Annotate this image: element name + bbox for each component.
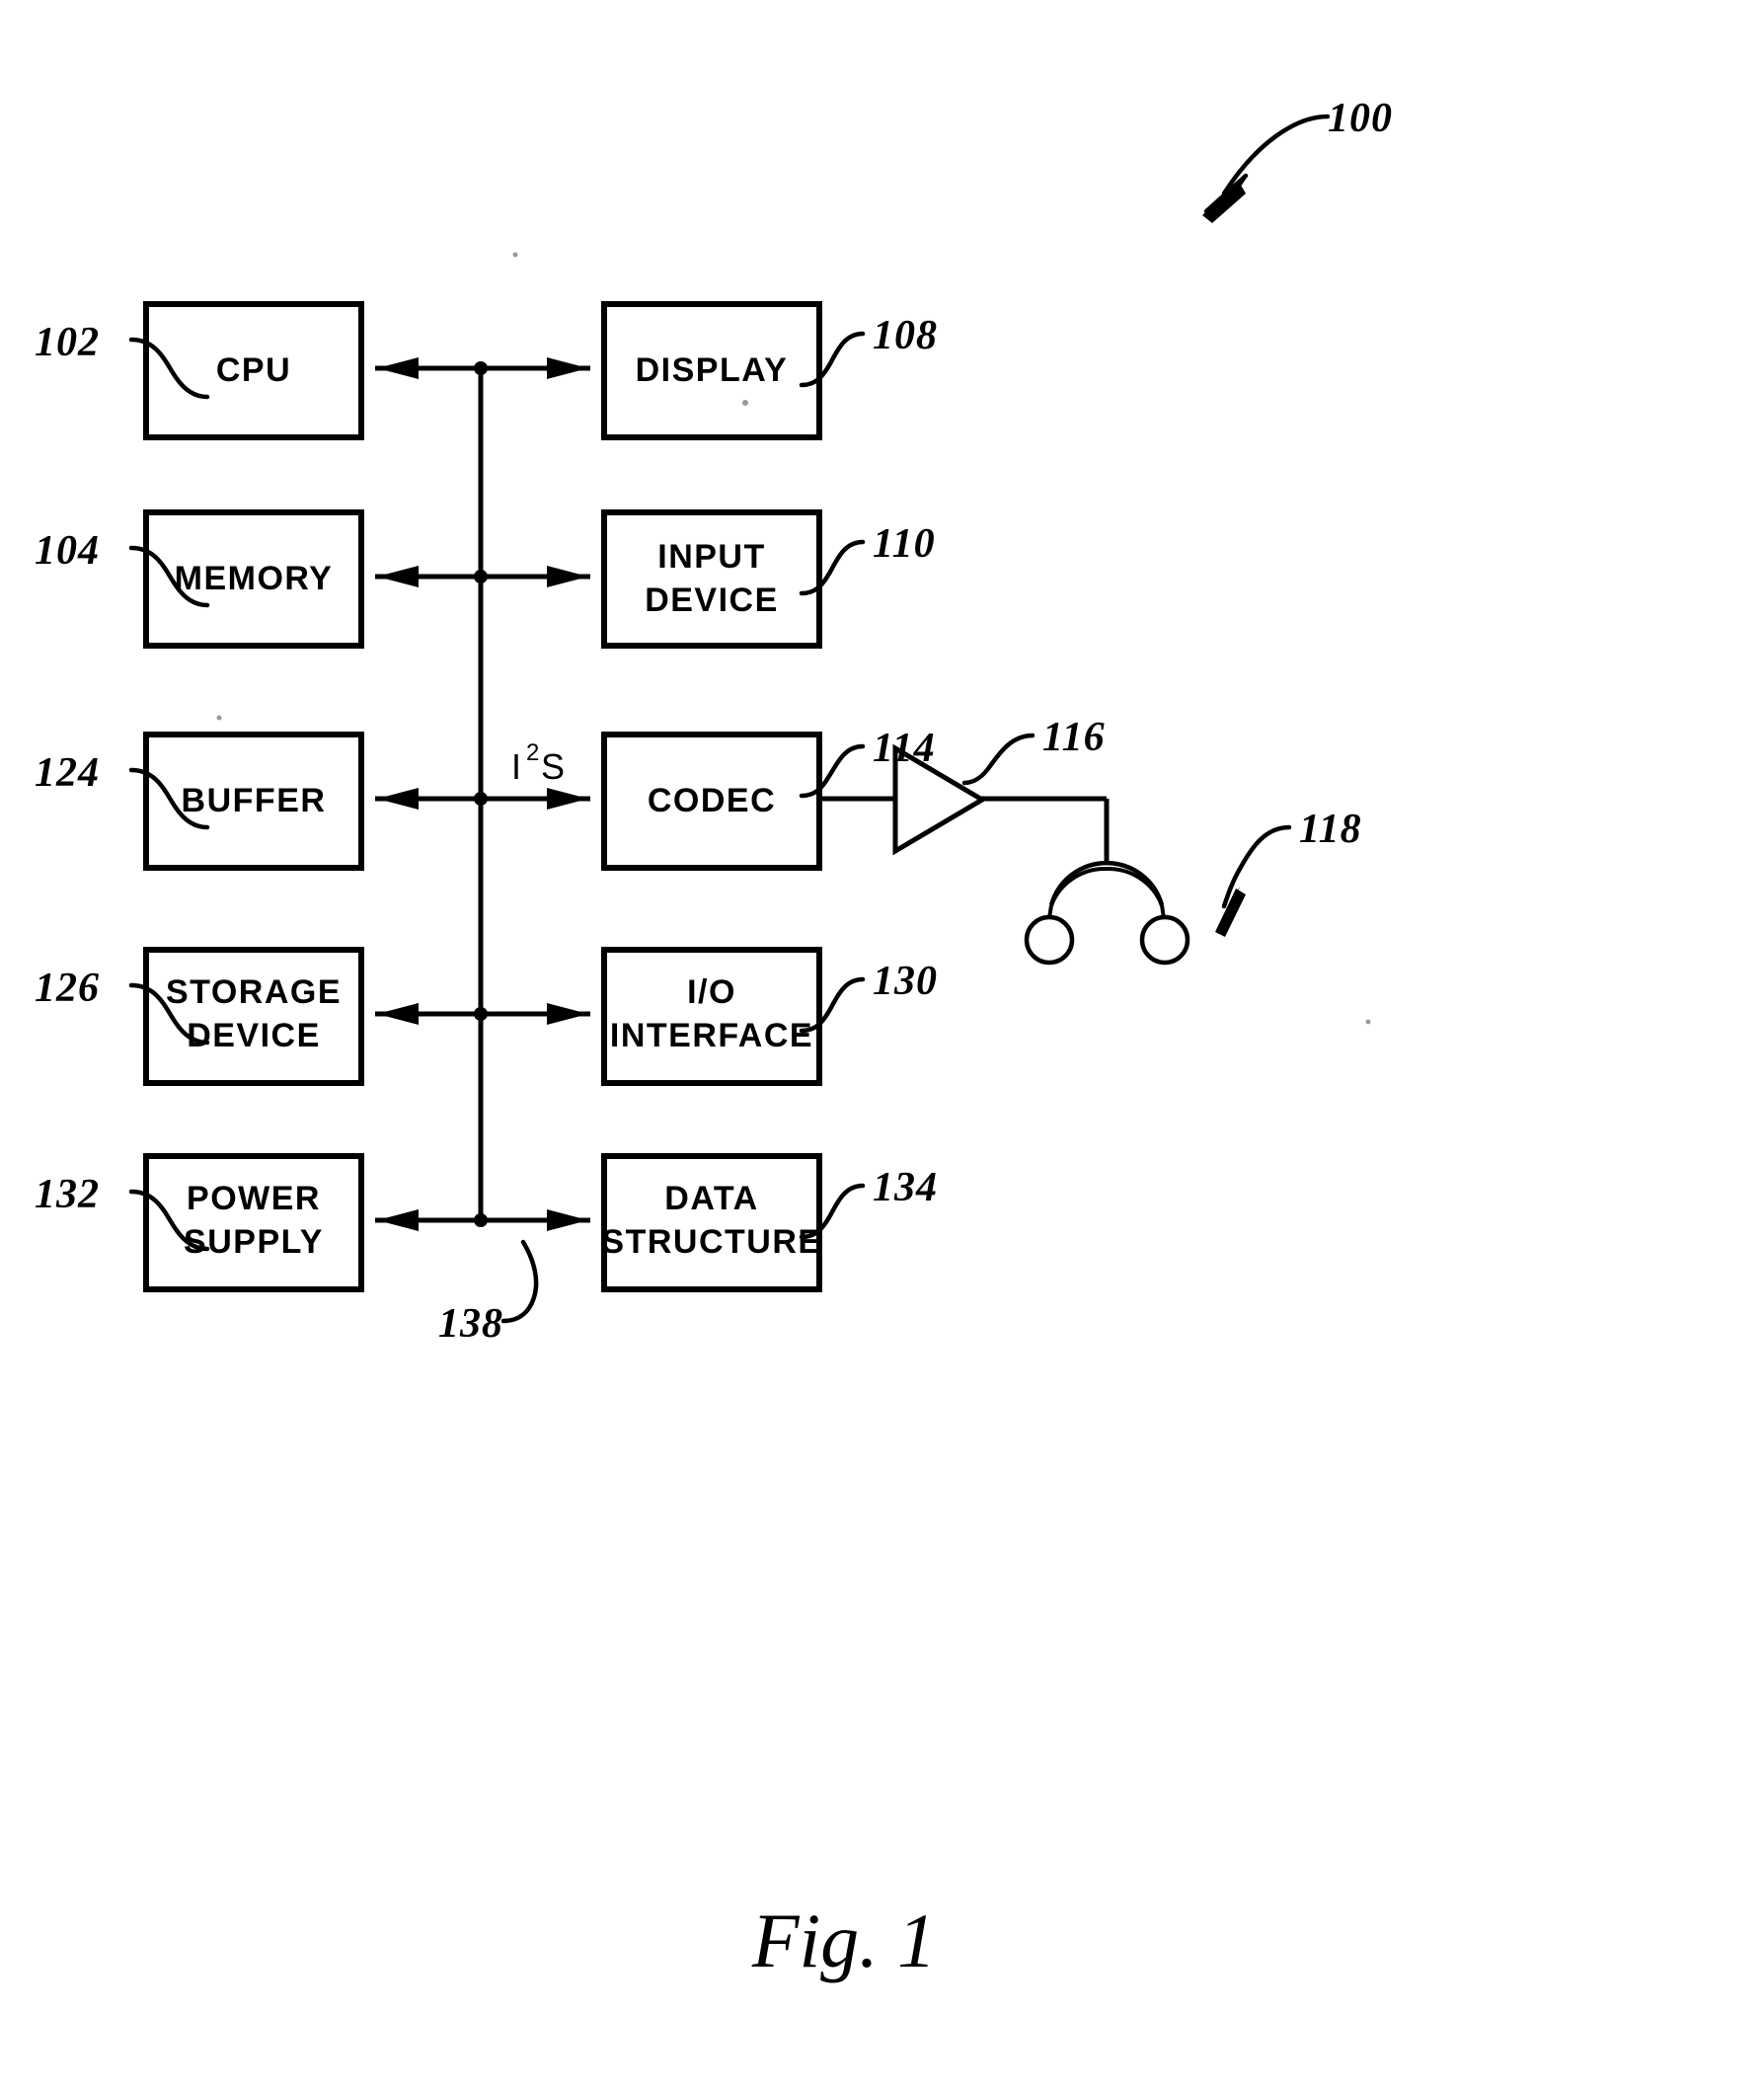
patent-figure-page: CPU DISPLAY MEMORY INPUT DEVICE BUFFER C…	[0, 0, 1764, 2092]
label-memory: MEMORY	[175, 560, 334, 597]
ref-132: 132	[35, 1172, 100, 1217]
bus-protocol-label: I 2 S	[511, 739, 565, 787]
ref-104: 104	[35, 528, 100, 574]
label-storage-2: DEVICE	[187, 1017, 321, 1054]
label-data-2: STRUCTURE	[601, 1223, 821, 1261]
arrowhead-storage-device	[377, 1003, 419, 1025]
label-io-1: I/O	[687, 973, 736, 1011]
arrowhead-cpu	[377, 357, 419, 379]
label-input-device-1: INPUT	[657, 538, 766, 576]
leader-138	[500, 1239, 539, 1324]
ref-110: 110	[873, 521, 936, 567]
i2s-label-i: I	[511, 746, 521, 787]
arrowhead-memory	[377, 566, 419, 587]
label-display: DISPLAY	[636, 351, 789, 389]
arrowhead-buffer	[377, 788, 419, 810]
arrowhead-118-solid	[1215, 889, 1246, 937]
arrowhead-data-structure	[547, 1209, 588, 1231]
arrowhead-power-supply	[377, 1209, 419, 1231]
arrowhead-display	[547, 357, 588, 379]
bus-junction-dot-2	[474, 570, 488, 583]
bus-junction-dot-3	[474, 792, 488, 806]
label-io-2: INTERFACE	[610, 1017, 813, 1054]
ref-100: 100	[1328, 96, 1393, 141]
arrowhead-input-device	[547, 566, 588, 587]
ref-108: 108	[873, 313, 938, 358]
figure-caption: Fig. 1	[751, 1898, 936, 1983]
bus-junction-dot-5	[474, 1213, 488, 1227]
ref-116: 116	[1042, 715, 1106, 760]
ref-118: 118	[1299, 807, 1362, 852]
label-storage-1: STORAGE	[166, 973, 342, 1011]
label-codec: CODEC	[648, 782, 776, 819]
label-power-1: POWER	[187, 1180, 321, 1217]
ref-138: 138	[438, 1301, 503, 1347]
headphone-earcup-left[interactable]	[1024, 914, 1075, 966]
label-buffer: BUFFER	[182, 782, 327, 819]
label-power-2: SUPPLY	[184, 1223, 324, 1261]
leader-116	[961, 733, 1035, 786]
bus-junction-dot-1	[474, 361, 488, 375]
ref-114: 114	[873, 726, 936, 771]
label-cpu: CPU	[216, 351, 291, 389]
block-label-layer: CPU DISPLAY MEMORY INPUT DEVICE BUFFER C…	[166, 351, 821, 1261]
i2s-label-sup: 2	[526, 739, 539, 766]
label-input-device-2: DEVICE	[645, 581, 779, 619]
arrowhead-codec	[547, 788, 588, 810]
label-data-1: DATA	[664, 1180, 758, 1217]
bus-junction-dot-4	[474, 1007, 488, 1021]
ref-126: 126	[35, 966, 100, 1011]
arrowhead-io-interface	[547, 1003, 588, 1025]
ref-134: 134	[873, 1165, 938, 1210]
ref-102: 102	[35, 320, 100, 365]
ref-130: 130	[873, 959, 938, 1004]
ref-124: 124	[35, 750, 100, 796]
headphone-earcup-right[interactable]	[1139, 914, 1190, 966]
i2s-label-s: S	[541, 746, 565, 787]
arrowhead-100-solid	[1202, 182, 1246, 223]
block-diagram: CPU DISPLAY MEMORY INPUT DEVICE BUFFER C…	[35, 96, 1393, 1983]
rect-input-device[interactable]	[601, 509, 822, 649]
